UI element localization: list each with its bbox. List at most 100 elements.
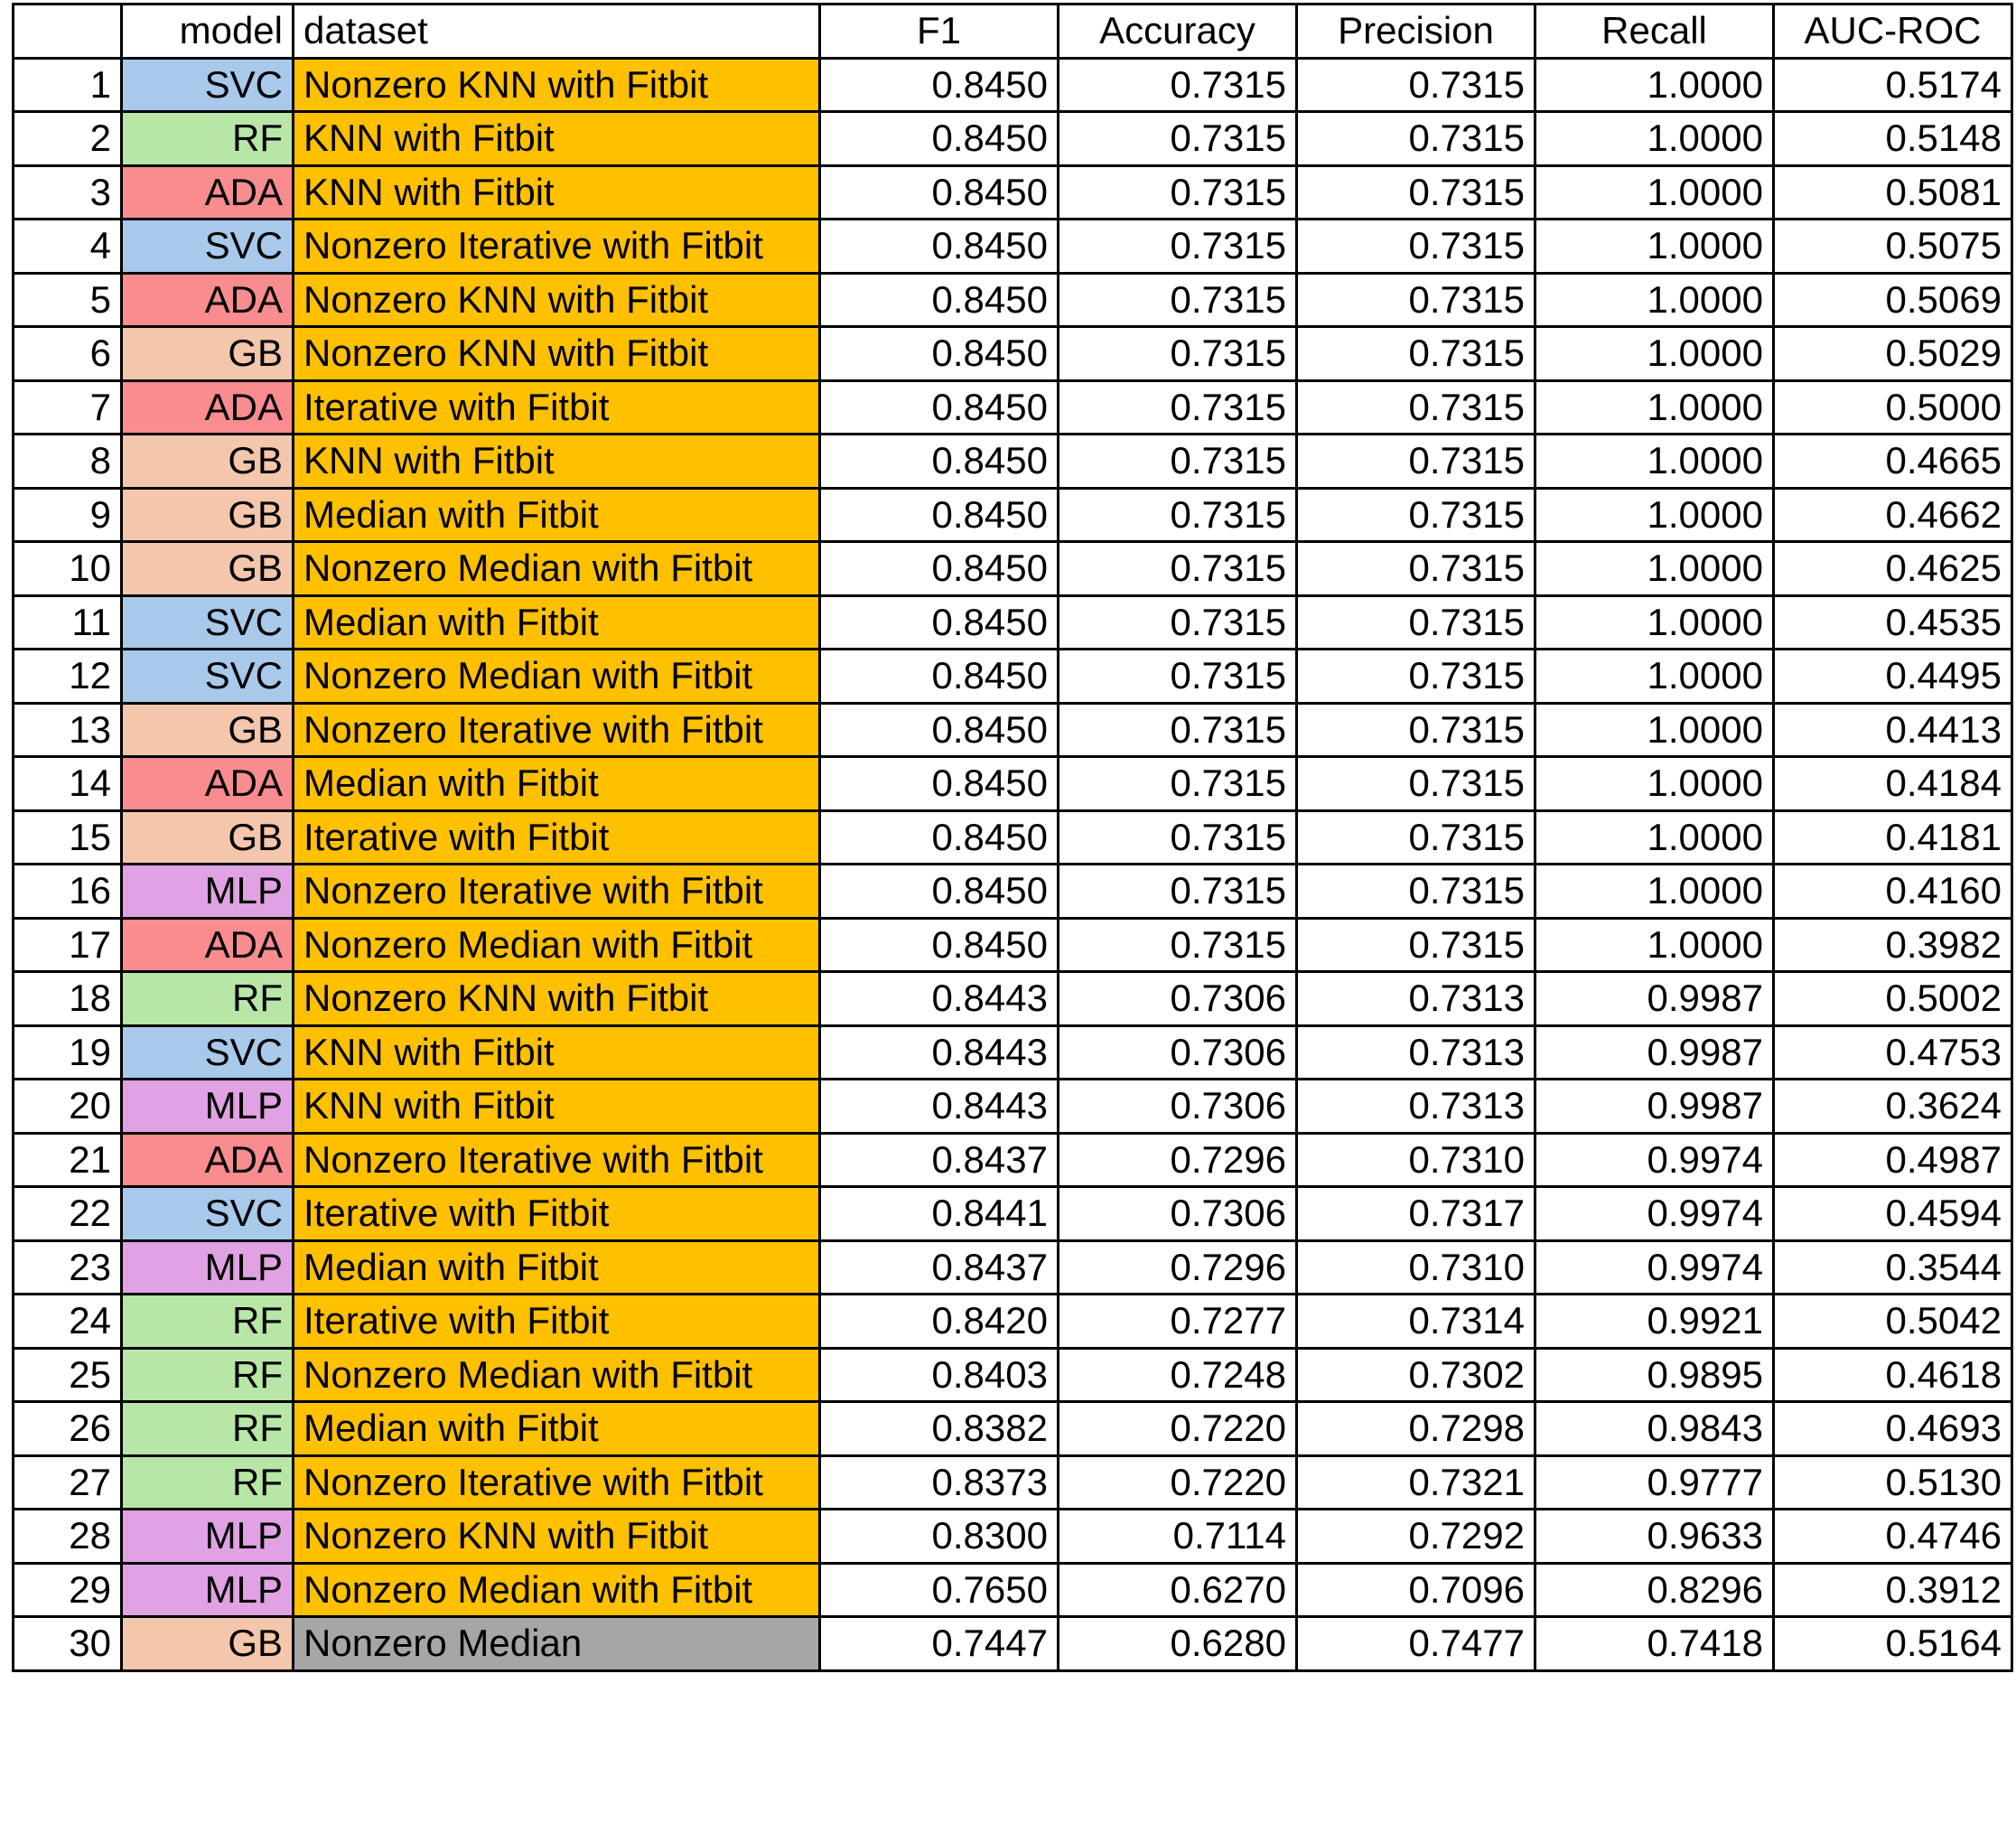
table-row: 14 ADA Median with Fitbit 0.8450 0.7315 0.731…	[12, 755, 2013, 812]
recall-cell: 0.8296	[1534, 1561, 1775, 1618]
f1-cell: 0.8382	[818, 1400, 1059, 1457]
accuracy-cell: 0.7315	[1057, 648, 1298, 705]
f1-cell: 0.8373	[818, 1454, 1059, 1510]
row-index: 13	[12, 701, 123, 758]
auc-roc-cell: 0.4184	[1772, 755, 2013, 812]
table-row: 11 SVC Median with Fitbit 0.8450 0.7315 0.731…	[12, 594, 2013, 650]
row-index: 27	[12, 1454, 123, 1510]
accuracy-cell: 0.7315	[1057, 486, 1298, 543]
dataset-cell: KNN with Fitbit	[292, 433, 821, 490]
auc-roc-cell: 0.5164	[1772, 1615, 2013, 1672]
accuracy-cell: 0.7306	[1057, 1024, 1298, 1080]
auc-roc-cell: 0.4746	[1772, 1508, 2013, 1565]
auc-roc-cell: 0.3544	[1772, 1239, 2013, 1295]
dataset-cell: Nonzero Iterative with Fitbit	[292, 1131, 821, 1188]
f1-cell: 0.8450	[818, 809, 1059, 865]
precision-cell: 0.7315	[1295, 218, 1536, 275]
recall-cell: 1.0000	[1534, 325, 1775, 382]
header-recall: Recall	[1534, 3, 1775, 60]
dataset-cell: Nonzero Median with Fitbit	[292, 540, 821, 597]
f1-cell: 0.8450	[818, 863, 1059, 920]
recall-cell: 1.0000	[1534, 863, 1775, 920]
accuracy-cell: 0.7315	[1057, 379, 1298, 435]
table-row: 21 ADA Nonzero Iterative with Fitbit 0.8437…	[12, 1131, 2013, 1188]
row-index: 3	[12, 164, 123, 220]
model-cell: RF	[120, 1454, 294, 1510]
dataset-cell: KNN with Fitbit	[292, 1078, 821, 1135]
model-cell: SVC	[120, 218, 294, 275]
dataset-cell: Nonzero KNN with Fitbit	[292, 970, 821, 1027]
row-index: 26	[12, 1400, 123, 1457]
dataset-cell: Nonzero Iterative with Fitbit	[292, 218, 821, 275]
precision-cell: 0.7315	[1295, 540, 1536, 597]
accuracy-cell: 0.7220	[1057, 1400, 1298, 1457]
precision-cell: 0.7315	[1295, 433, 1536, 490]
recall-cell: 1.0000	[1534, 594, 1775, 650]
row-index: 24	[12, 1293, 123, 1350]
auc-roc-cell: 0.4413	[1772, 701, 2013, 758]
recall-cell: 0.9895	[1534, 1346, 1775, 1403]
auc-roc-cell: 0.5081	[1772, 164, 2013, 220]
accuracy-cell: 0.7306	[1057, 970, 1298, 1027]
table-row: 16 MLP Nonzero Iterative with Fitbit 0.8450…	[12, 863, 2013, 920]
table-row: 6 GB Nonzero KNN with Fitbit 0.8450 0.7315 0.…	[12, 325, 2013, 382]
table-row: 12 SVC Nonzero Median with Fitbit 0.8450 0.7…	[12, 648, 2013, 705]
precision-cell: 0.7298	[1295, 1400, 1536, 1457]
table-row: 17 ADA Nonzero Median with Fitbit 0.8450 0.7…	[12, 916, 2013, 973]
recall-cell: 1.0000	[1534, 218, 1775, 275]
precision-cell: 0.7315	[1295, 164, 1536, 220]
dataset-cell: Iterative with Fitbit	[292, 1293, 821, 1350]
model-cell: GB	[120, 433, 294, 490]
accuracy-cell: 0.7315	[1057, 916, 1298, 973]
precision-cell: 0.7477	[1295, 1615, 1536, 1672]
dataset-cell: Nonzero KNN with Fitbit	[292, 325, 821, 382]
auc-roc-cell: 0.5174	[1772, 56, 2013, 113]
recall-cell: 1.0000	[1534, 648, 1775, 705]
f1-cell: 0.8450	[818, 325, 1059, 382]
table-row: 9 GB Median with Fitbit 0.8450 0.7315 0.7315 1…	[12, 486, 2013, 543]
auc-roc-cell: 0.5002	[1772, 970, 2013, 1027]
recall-cell: 1.0000	[1534, 164, 1775, 220]
accuracy-cell: 0.7315	[1057, 863, 1298, 920]
accuracy-cell: 0.7315	[1057, 540, 1298, 597]
table-row: 2 RF KNN with Fitbit 0.8450 0.7315 0.7315 1.00…	[12, 110, 2013, 167]
f1-cell: 0.8450	[818, 164, 1059, 220]
model-cell: RF	[120, 970, 294, 1027]
auc-roc-cell: 0.5075	[1772, 218, 2013, 275]
row-index: 29	[12, 1561, 123, 1618]
recall-cell: 0.7418	[1534, 1615, 1775, 1672]
model-cell: GB	[120, 701, 294, 758]
precision-cell: 0.7313	[1295, 1078, 1536, 1135]
recall-cell: 1.0000	[1534, 701, 1775, 758]
auc-roc-cell: 0.4987	[1772, 1131, 2013, 1188]
model-cell: SVC	[120, 56, 294, 113]
dataset-cell: Nonzero Iterative with Fitbit	[292, 701, 821, 758]
recall-cell: 1.0000	[1534, 271, 1775, 328]
dataset-cell: Nonzero Median with Fitbit	[292, 1561, 821, 1618]
f1-cell: 0.8437	[818, 1131, 1059, 1188]
accuracy-cell: 0.7306	[1057, 1078, 1298, 1135]
table-row: 23 MLP Median with Fitbit 0.8437 0.7296 0.731…	[12, 1239, 2013, 1295]
model-cell: GB	[120, 809, 294, 865]
auc-roc-cell: 0.5069	[1772, 271, 2013, 328]
model-cell: RF	[120, 1400, 294, 1457]
recall-cell: 0.9777	[1534, 1454, 1775, 1510]
table-row: 20 MLP KNN with Fitbit 0.8443 0.7306 0.7313 0.…	[12, 1078, 2013, 1135]
table-row: 30 GB Nonzero Median 0.7447 0.6280 0.7477 0.74…	[12, 1615, 2013, 1672]
precision-cell: 0.7302	[1295, 1346, 1536, 1403]
recall-cell: 0.9987	[1534, 1078, 1775, 1135]
header-precision: Precision	[1295, 3, 1536, 60]
recall-cell: 0.9974	[1534, 1131, 1775, 1188]
row-index: 15	[12, 809, 123, 865]
precision-cell: 0.7313	[1295, 1024, 1536, 1080]
dataset-cell: Nonzero KNN with Fitbit	[292, 271, 821, 328]
f1-cell: 0.8403	[818, 1346, 1059, 1403]
recall-cell: 0.9987	[1534, 970, 1775, 1027]
dataset-cell: Iterative with Fitbit	[292, 379, 821, 435]
model-cell: ADA	[120, 379, 294, 435]
precision-cell: 0.7315	[1295, 916, 1536, 973]
dataset-cell: Nonzero Median with Fitbit	[292, 916, 821, 973]
row-index: 16	[12, 863, 123, 920]
precision-cell: 0.7315	[1295, 594, 1536, 650]
row-index: 8	[12, 433, 123, 490]
